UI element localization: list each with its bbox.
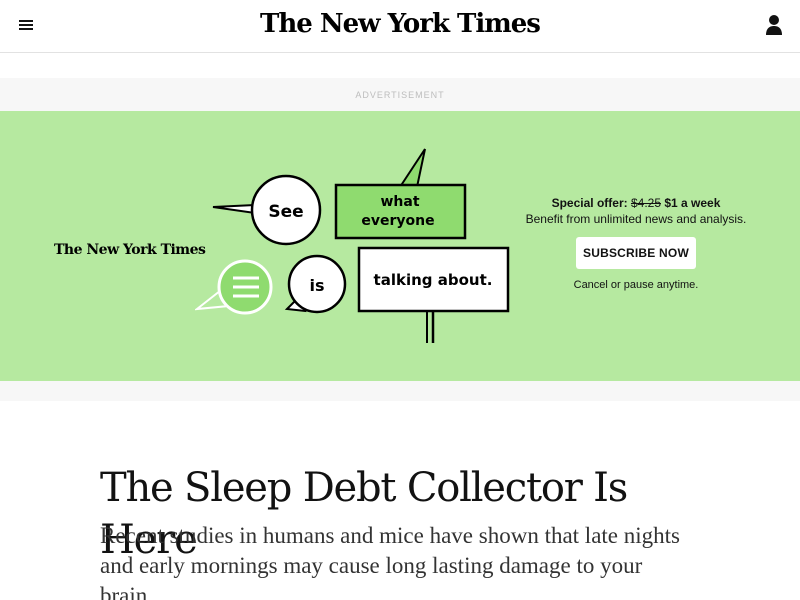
article-summary: Recent studies in humans and mice have s… [100, 523, 680, 600]
ad-nyt-logo: The New York Times [54, 242, 206, 258]
cancel-note: Cancel or pause anytime. [573, 279, 699, 291]
lined-bubble [195, 259, 273, 315]
is-bubble-text: is [309, 276, 324, 295]
what-everyone-bubble: what everyone [334, 148, 467, 240]
special-offer-panel: Special offer: $4.25 $1 a week Benefit f… [520, 196, 752, 291]
masthead-logo[interactable]: The New York Times [0, 9, 800, 39]
what-bubble-text: what [380, 194, 419, 210]
new-price: $1 a week [664, 196, 721, 210]
account-button[interactable] [764, 14, 784, 36]
top-header: The New York Times [0, 0, 800, 53]
offer-label: Special offer: [551, 196, 628, 210]
see-bubble-text: See [268, 202, 303, 222]
person-icon [766, 15, 782, 35]
talking-about-bubble: talking about. [357, 246, 510, 343]
subscription-ad-banner[interactable]: The New York Times See what everyone is … [0, 111, 800, 381]
subscribe-now-button[interactable]: SUBSCRIBE NOW [576, 237, 696, 269]
talking-about-text: talking about. [374, 271, 493, 289]
see-bubble: See [212, 174, 322, 246]
is-bubble: is [284, 254, 347, 314]
everyone-bubble-text: everyone [361, 213, 434, 229]
advertisement-label: ADVERTISEMENT [355, 90, 445, 100]
offer-price-line: Special offer: $4.25 $1 a week [520, 196, 752, 210]
advertisement-container: ADVERTISEMENT The New York Times See wha… [0, 78, 800, 401]
speech-bubbles-illustration: See what everyone is talking about. [195, 148, 510, 343]
offer-benefit: Benefit from unlimited news and analysis… [525, 212, 747, 226]
old-price: $4.25 [630, 196, 661, 210]
